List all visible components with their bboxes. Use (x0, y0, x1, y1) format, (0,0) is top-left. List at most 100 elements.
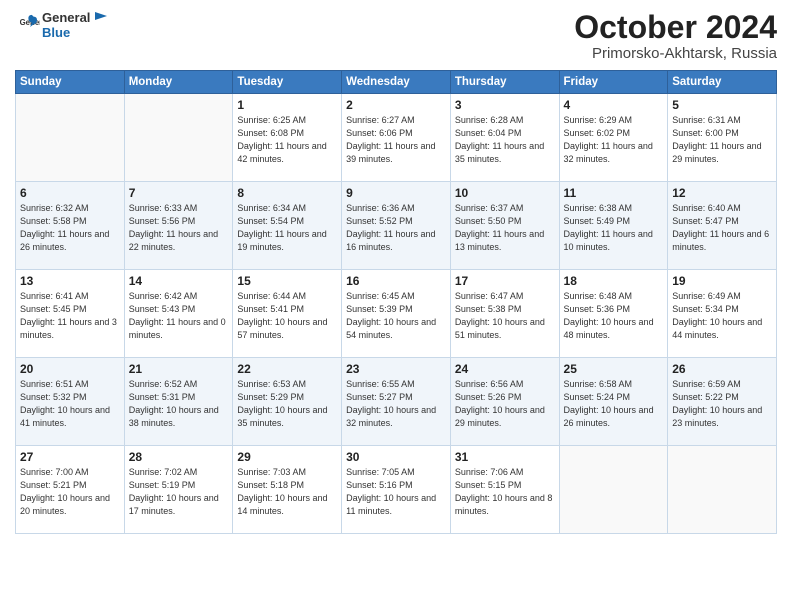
calendar-cell: 27 Sunrise: 7:00 AMSunset: 5:21 PMDaylig… (16, 446, 125, 534)
calendar-cell (559, 446, 668, 534)
day-info: Sunrise: 6:37 AMSunset: 5:50 PMDaylight:… (455, 203, 544, 252)
logo-flag-icon (93, 10, 109, 26)
week-row-1: 1 Sunrise: 6:25 AMSunset: 6:08 PMDayligh… (16, 94, 777, 182)
day-number: 22 (237, 362, 337, 376)
week-row-2: 6 Sunrise: 6:32 AMSunset: 5:58 PMDayligh… (16, 182, 777, 270)
day-number: 8 (237, 186, 337, 200)
day-info: Sunrise: 6:40 AMSunset: 5:47 PMDaylight:… (672, 203, 769, 252)
calendar-cell: 1 Sunrise: 6:25 AMSunset: 6:08 PMDayligh… (233, 94, 342, 182)
day-info: Sunrise: 7:00 AMSunset: 5:21 PMDaylight:… (20, 467, 110, 516)
day-info: Sunrise: 6:47 AMSunset: 5:38 PMDaylight:… (455, 291, 545, 340)
day-info: Sunrise: 7:06 AMSunset: 5:15 PMDaylight:… (455, 467, 553, 516)
week-row-3: 13 Sunrise: 6:41 AMSunset: 5:45 PMDaylig… (16, 270, 777, 358)
day-info: Sunrise: 6:29 AMSunset: 6:02 PMDaylight:… (564, 115, 653, 164)
day-info: Sunrise: 6:41 AMSunset: 5:45 PMDaylight:… (20, 291, 117, 340)
day-number: 16 (346, 274, 446, 288)
week-row-4: 20 Sunrise: 6:51 AMSunset: 5:32 PMDaylig… (16, 358, 777, 446)
day-info: Sunrise: 6:25 AMSunset: 6:08 PMDaylight:… (237, 115, 326, 164)
day-info: Sunrise: 6:38 AMSunset: 5:49 PMDaylight:… (564, 203, 653, 252)
calendar-cell: 20 Sunrise: 6:51 AMSunset: 5:32 PMDaylig… (16, 358, 125, 446)
day-number: 23 (346, 362, 446, 376)
calendar-cell: 31 Sunrise: 7:06 AMSunset: 5:15 PMDaylig… (450, 446, 559, 534)
day-info: Sunrise: 6:58 AMSunset: 5:24 PMDaylight:… (564, 379, 654, 428)
calendar-cell: 3 Sunrise: 6:28 AMSunset: 6:04 PMDayligh… (450, 94, 559, 182)
day-info: Sunrise: 6:56 AMSunset: 5:26 PMDaylight:… (455, 379, 545, 428)
weekday-header-row: Sunday Monday Tuesday Wednesday Thursday… (16, 71, 777, 94)
calendar-cell: 19 Sunrise: 6:49 AMSunset: 5:34 PMDaylig… (668, 270, 777, 358)
header-thursday: Thursday (450, 71, 559, 94)
calendar-cell: 26 Sunrise: 6:59 AMSunset: 5:22 PMDaylig… (668, 358, 777, 446)
header-sunday: Sunday (16, 71, 125, 94)
day-info: Sunrise: 6:42 AMSunset: 5:43 PMDaylight:… (129, 291, 226, 340)
day-info: Sunrise: 7:05 AMSunset: 5:16 PMDaylight:… (346, 467, 436, 516)
day-info: Sunrise: 6:45 AMSunset: 5:39 PMDaylight:… (346, 291, 436, 340)
day-number: 24 (455, 362, 555, 376)
day-number: 14 (129, 274, 229, 288)
day-number: 1 (237, 98, 337, 112)
day-number: 4 (564, 98, 664, 112)
calendar-cell: 4 Sunrise: 6:29 AMSunset: 6:02 PMDayligh… (559, 94, 668, 182)
calendar-cell: 9 Sunrise: 6:36 AMSunset: 5:52 PMDayligh… (342, 182, 451, 270)
calendar-cell: 8 Sunrise: 6:34 AMSunset: 5:54 PMDayligh… (233, 182, 342, 270)
day-info: Sunrise: 7:02 AMSunset: 5:19 PMDaylight:… (129, 467, 219, 516)
title-block: October 2024 Primorsko-Akhtarsk, Russia (574, 10, 777, 62)
header-friday: Friday (559, 71, 668, 94)
calendar-cell: 13 Sunrise: 6:41 AMSunset: 5:45 PMDaylig… (16, 270, 125, 358)
calendar-cell: 18 Sunrise: 6:48 AMSunset: 5:36 PMDaylig… (559, 270, 668, 358)
calendar-cell (668, 446, 777, 534)
day-info: Sunrise: 6:27 AMSunset: 6:06 PMDaylight:… (346, 115, 435, 164)
calendar-table: Sunday Monday Tuesday Wednesday Thursday… (15, 70, 777, 534)
calendar-location: Primorsko-Akhtarsk, Russia (574, 45, 777, 62)
day-info: Sunrise: 6:48 AMSunset: 5:36 PMDaylight:… (564, 291, 654, 340)
day-info: Sunrise: 6:34 AMSunset: 5:54 PMDaylight:… (237, 203, 326, 252)
day-number: 10 (455, 186, 555, 200)
day-number: 28 (129, 450, 229, 464)
day-number: 26 (672, 362, 772, 376)
logo: General General Blue (15, 10, 109, 41)
calendar-cell (124, 94, 233, 182)
day-info: Sunrise: 6:53 AMSunset: 5:29 PMDaylight:… (237, 379, 327, 428)
day-info: Sunrise: 6:55 AMSunset: 5:27 PMDaylight:… (346, 379, 436, 428)
day-number: 20 (20, 362, 120, 376)
calendar-title: October 2024 (574, 10, 777, 45)
day-number: 30 (346, 450, 446, 464)
day-info: Sunrise: 6:44 AMSunset: 5:41 PMDaylight:… (237, 291, 327, 340)
calendar-cell: 25 Sunrise: 6:58 AMSunset: 5:24 PMDaylig… (559, 358, 668, 446)
day-number: 11 (564, 186, 664, 200)
day-info: Sunrise: 6:52 AMSunset: 5:31 PMDaylight:… (129, 379, 219, 428)
day-info: Sunrise: 6:36 AMSunset: 5:52 PMDaylight:… (346, 203, 435, 252)
day-number: 9 (346, 186, 446, 200)
page-header: General General Blue October 2024 Primor… (15, 10, 777, 62)
logo-general-text: General (42, 11, 90, 26)
calendar-cell: 6 Sunrise: 6:32 AMSunset: 5:58 PMDayligh… (16, 182, 125, 270)
day-number: 31 (455, 450, 555, 464)
day-number: 25 (564, 362, 664, 376)
calendar-cell: 24 Sunrise: 6:56 AMSunset: 5:26 PMDaylig… (450, 358, 559, 446)
day-number: 18 (564, 274, 664, 288)
calendar-cell: 11 Sunrise: 6:38 AMSunset: 5:49 PMDaylig… (559, 182, 668, 270)
day-info: Sunrise: 6:32 AMSunset: 5:58 PMDaylight:… (20, 203, 109, 252)
calendar-cell: 29 Sunrise: 7:03 AMSunset: 5:18 PMDaylig… (233, 446, 342, 534)
calendar-cell: 5 Sunrise: 6:31 AMSunset: 6:00 PMDayligh… (668, 94, 777, 182)
logo-icon: General (18, 14, 40, 36)
calendar-cell: 10 Sunrise: 6:37 AMSunset: 5:50 PMDaylig… (450, 182, 559, 270)
day-info: Sunrise: 6:31 AMSunset: 6:00 PMDaylight:… (672, 115, 761, 164)
calendar-cell: 28 Sunrise: 7:02 AMSunset: 5:19 PMDaylig… (124, 446, 233, 534)
day-number: 17 (455, 274, 555, 288)
calendar-cell: 12 Sunrise: 6:40 AMSunset: 5:47 PMDaylig… (668, 182, 777, 270)
day-number: 15 (237, 274, 337, 288)
day-info: Sunrise: 6:51 AMSunset: 5:32 PMDaylight:… (20, 379, 110, 428)
calendar-cell: 7 Sunrise: 6:33 AMSunset: 5:56 PMDayligh… (124, 182, 233, 270)
calendar-cell (16, 94, 125, 182)
day-number: 6 (20, 186, 120, 200)
week-row-5: 27 Sunrise: 7:00 AMSunset: 5:21 PMDaylig… (16, 446, 777, 534)
header-tuesday: Tuesday (233, 71, 342, 94)
day-number: 12 (672, 186, 772, 200)
calendar-cell: 15 Sunrise: 6:44 AMSunset: 5:41 PMDaylig… (233, 270, 342, 358)
day-number: 29 (237, 450, 337, 464)
day-number: 13 (20, 274, 120, 288)
calendar-cell: 23 Sunrise: 6:55 AMSunset: 5:27 PMDaylig… (342, 358, 451, 446)
calendar-cell: 22 Sunrise: 6:53 AMSunset: 5:29 PMDaylig… (233, 358, 342, 446)
calendar-cell: 16 Sunrise: 6:45 AMSunset: 5:39 PMDaylig… (342, 270, 451, 358)
day-info: Sunrise: 7:03 AMSunset: 5:18 PMDaylight:… (237, 467, 327, 516)
